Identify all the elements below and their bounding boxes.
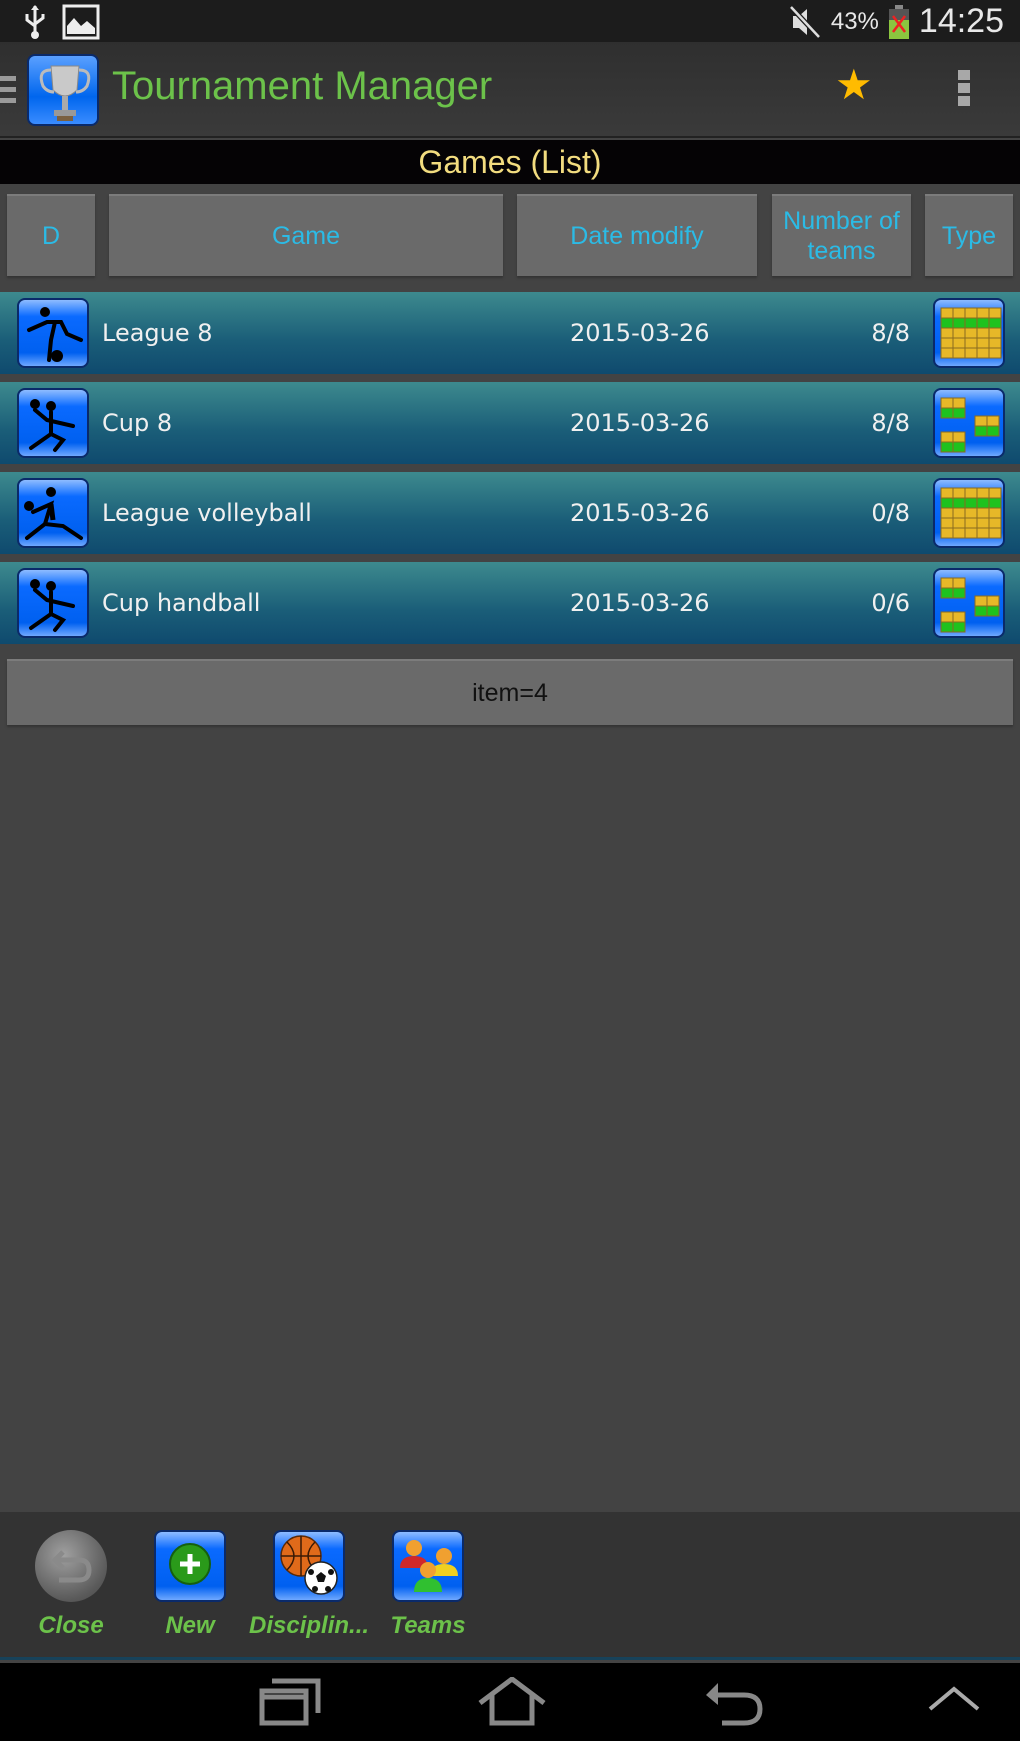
teams-button[interactable]: Teams	[368, 1530, 488, 1640]
drawer-indicator-icon[interactable]	[0, 76, 16, 109]
number-of-teams: 0/6	[871, 589, 910, 617]
number-of-teams: 8/8	[871, 409, 910, 437]
clock: 14:25	[918, 2, 1004, 40]
column-header-game[interactable]: Game	[109, 194, 503, 276]
table-row[interactable]: Cup 8 2015-03-26 8/8	[0, 382, 1020, 464]
cup-bracket-icon	[933, 568, 1005, 638]
trophy-icon[interactable]	[27, 54, 99, 126]
image-icon	[62, 4, 100, 40]
back-icon[interactable]	[704, 1677, 768, 1727]
game-name: Cup 8	[102, 409, 173, 437]
league-grid-icon	[933, 298, 1005, 368]
disciplines-label: Disciplin...	[249, 1612, 370, 1639]
battery-icon	[888, 4, 909, 39]
date-modify: 2015-03-26	[570, 499, 710, 527]
column-header-discipline[interactable]: D	[7, 194, 95, 276]
close-button[interactable]: Close	[11, 1530, 131, 1640]
date-modify: 2015-03-26	[570, 589, 710, 617]
usb-icon	[25, 5, 45, 39]
teams-people-icon	[392, 1530, 464, 1602]
up-chevron-icon[interactable]	[926, 1677, 982, 1727]
handball-player-icon	[17, 388, 89, 458]
table-row[interactable]: Cup handball 2015-03-26 0/6	[0, 562, 1020, 644]
number-of-teams: 8/8	[871, 319, 910, 347]
disciplines-button[interactable]: Disciplin...	[249, 1530, 369, 1640]
teams-label: Teams	[390, 1612, 466, 1639]
number-of-teams: 0/8	[871, 499, 910, 527]
table-row[interactable]: League 8 2015-03-26 8/8	[0, 292, 1020, 374]
section-title: Games (List)	[0, 140, 1020, 184]
item-count: item=4	[7, 659, 1013, 725]
add-icon	[154, 1530, 226, 1602]
column-header-type[interactable]: Type	[925, 194, 1013, 276]
volleyball-player-icon	[17, 478, 89, 548]
game-name: League volleyball	[102, 499, 312, 527]
bottom-toolbar: Close New Disciplin... Teams	[0, 1512, 1020, 1660]
soccer-player-icon	[17, 298, 89, 368]
new-button[interactable]: New	[130, 1530, 250, 1640]
action-bar: Tournament Manager ★	[0, 42, 1020, 138]
game-name: Cup handball	[102, 589, 261, 617]
column-header-date-modify[interactable]: Date modify	[517, 194, 757, 276]
home-icon[interactable]	[476, 1677, 548, 1727]
date-modify: 2015-03-26	[570, 409, 710, 437]
table-row[interactable]: League volleyball 2015-03-26 0/8	[0, 472, 1020, 554]
mute-icon	[789, 4, 821, 39]
game-name: League 8	[102, 319, 213, 347]
disciplines-balls-icon	[273, 1530, 345, 1602]
new-label: New	[165, 1612, 215, 1639]
date-modify: 2015-03-26	[570, 319, 710, 347]
recent-apps-icon[interactable]	[258, 1677, 322, 1727]
status-bar: 43% 14:25	[0, 0, 1020, 42]
overflow-menu-icon[interactable]	[958, 70, 970, 109]
handball-player-icon	[17, 568, 89, 638]
star-icon[interactable]: ★	[835, 64, 873, 106]
close-back-icon	[35, 1530, 107, 1602]
app-title: Tournament Manager	[112, 64, 493, 108]
close-label: Close	[38, 1612, 104, 1639]
battery-percent: 43%	[830, 7, 879, 35]
cup-bracket-icon	[933, 388, 1005, 458]
league-grid-icon	[933, 478, 1005, 548]
system-nav-bar	[0, 1663, 1020, 1741]
column-header-number-of-teams[interactable]: Number of teams	[772, 194, 911, 276]
